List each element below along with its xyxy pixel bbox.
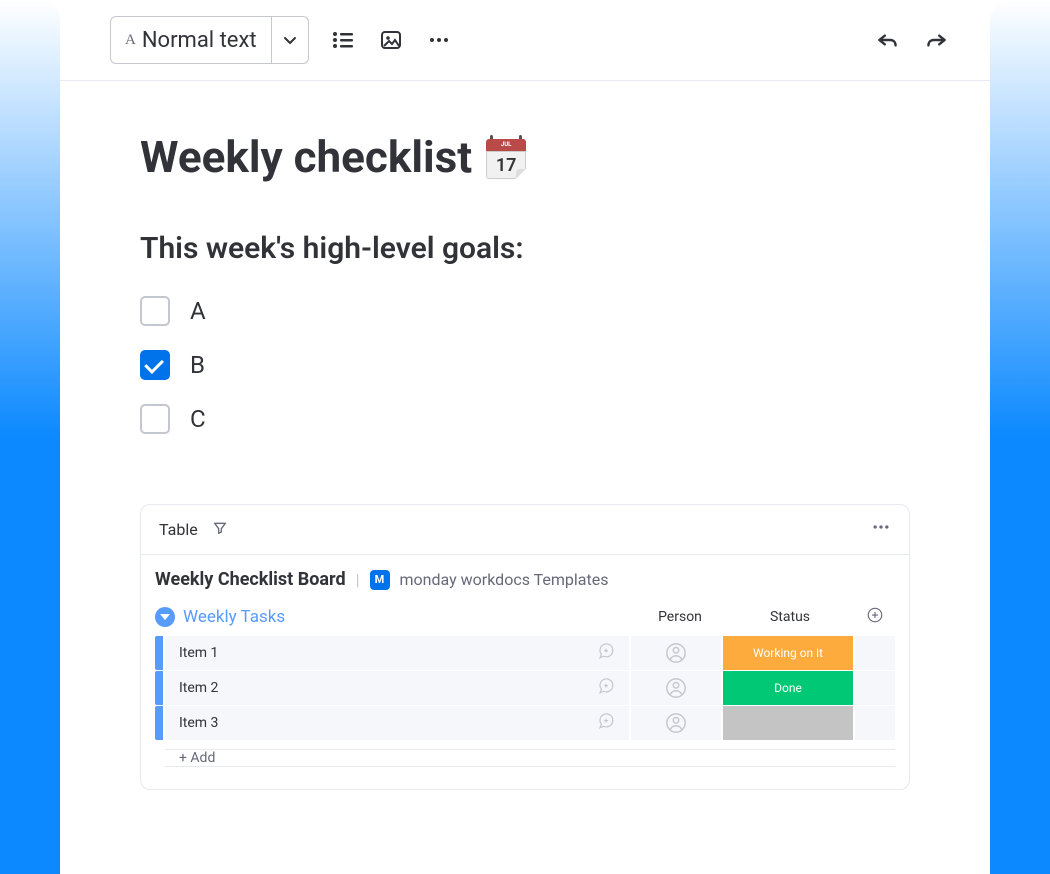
row-accent: [155, 671, 163, 705]
filter-button[interactable]: [212, 520, 228, 540]
board-title[interactable]: Weekly Checklist Board: [155, 569, 346, 590]
goals-heading[interactable]: This week's high-level goals:: [140, 231, 910, 266]
filter-icon: [212, 520, 228, 536]
person-icon: [665, 642, 687, 664]
board-tabs: Table: [141, 505, 909, 555]
page-title[interactable]: Weekly checklist JUL 17: [140, 131, 910, 183]
bullet-list-icon: [331, 28, 355, 52]
redo-button[interactable]: [922, 26, 950, 54]
chat-plus-icon: [597, 677, 615, 695]
row-name-cell[interactable]: Item 3: [165, 706, 629, 740]
column-status[interactable]: Status: [725, 609, 855, 625]
goal-label[interactable]: A: [190, 297, 206, 325]
goals-list: A B C: [140, 296, 910, 434]
goal-checkbox-a[interactable]: [140, 296, 170, 326]
calendar-icon: JUL 17: [484, 135, 528, 179]
row-name-text: Item 1: [179, 645, 218, 661]
row-name-cell[interactable]: Item 2: [165, 671, 629, 705]
goal-checkbox-b[interactable]: [140, 350, 170, 380]
table-row: Item 2 Done: [155, 671, 895, 705]
dots-horizontal-icon: [427, 28, 451, 52]
row-status-cell[interactable]: Working on it: [723, 636, 853, 670]
row-person-cell[interactable]: [631, 706, 721, 740]
text-style-glyph-icon: A: [125, 32, 136, 49]
goal-item: B: [140, 350, 910, 380]
workspace-badge-icon: M: [370, 570, 390, 590]
board-embed: Table Weekly Checklist Board | M monday …: [140, 504, 910, 790]
person-icon: [665, 712, 687, 734]
group-collapse-toggle[interactable]: [155, 607, 175, 627]
goal-label[interactable]: B: [190, 351, 205, 379]
row-accent: [155, 636, 163, 670]
table-row: Item 1 Working on it: [155, 636, 895, 670]
frame-blur-right: [990, 0, 1050, 874]
row-name-text: Item 3: [179, 715, 218, 731]
chevron-down-icon: [282, 32, 298, 48]
text-style-label: Normal text: [142, 28, 257, 53]
column-person[interactable]: Person: [635, 609, 725, 625]
text-style-main[interactable]: A Normal text: [111, 17, 272, 63]
undo-icon: [875, 27, 901, 53]
board-options-button[interactable]: [871, 517, 891, 542]
board-separator: |: [356, 570, 360, 589]
add-update-button[interactable]: [597, 677, 615, 699]
row-person-cell[interactable]: [631, 671, 721, 705]
row-person-cell[interactable]: [631, 636, 721, 670]
column-headers: Person Status: [635, 606, 895, 628]
image-icon: [379, 28, 403, 52]
table-rows: Item 1 Working on it Item 2: [141, 636, 909, 789]
add-row[interactable]: + Add: [155, 741, 895, 775]
row-end-cell: [855, 671, 895, 705]
undo-button[interactable]: [874, 26, 902, 54]
person-icon: [665, 677, 687, 699]
bullet-list-button[interactable]: [329, 26, 357, 54]
page-title-text: Weekly checklist: [140, 131, 472, 183]
frame-blur-left: [0, 0, 60, 874]
goal-item: A: [140, 296, 910, 326]
goal-label[interactable]: C: [190, 405, 206, 433]
row-accent: [155, 706, 163, 740]
redo-icon: [923, 27, 949, 53]
row-end-cell: [855, 706, 895, 740]
row-status-cell[interactable]: [723, 706, 853, 740]
board-header: Weekly Checklist Board | M monday workdo…: [141, 555, 909, 598]
dots-horizontal-icon: [871, 517, 891, 537]
image-button[interactable]: [377, 26, 405, 54]
chat-plus-icon: [597, 712, 615, 730]
table-row: Item 3: [155, 706, 895, 740]
goal-checkbox-c[interactable]: [140, 404, 170, 434]
add-update-button[interactable]: [597, 642, 615, 664]
board-tab-table[interactable]: Table: [159, 520, 198, 539]
add-row-label[interactable]: + Add: [165, 749, 895, 767]
text-style-caret[interactable]: [272, 17, 308, 63]
group-header: Weekly Tasks Person Status: [141, 598, 909, 636]
chat-plus-icon: [597, 642, 615, 660]
row-end-cell: [855, 636, 895, 670]
add-column-button[interactable]: [855, 606, 895, 628]
more-options-button[interactable]: [425, 26, 453, 54]
editor-toolbar: A Normal text: [60, 0, 990, 81]
goal-item: C: [140, 404, 910, 434]
group-name[interactable]: Weekly Tasks: [183, 607, 285, 627]
add-update-button[interactable]: [597, 712, 615, 734]
row-name-text: Item 2: [179, 680, 218, 696]
row-status-cell[interactable]: Done: [723, 671, 853, 705]
row-name-cell[interactable]: Item 1: [165, 636, 629, 670]
plus-circle-icon: [866, 606, 884, 624]
text-style-dropdown[interactable]: A Normal text: [110, 16, 309, 64]
doc-body[interactable]: Weekly checklist JUL 17 This week's high…: [60, 81, 990, 874]
workspace-name[interactable]: monday workdocs Templates: [400, 570, 609, 589]
document-page: A Normal text Weekly checklist: [60, 0, 990, 874]
